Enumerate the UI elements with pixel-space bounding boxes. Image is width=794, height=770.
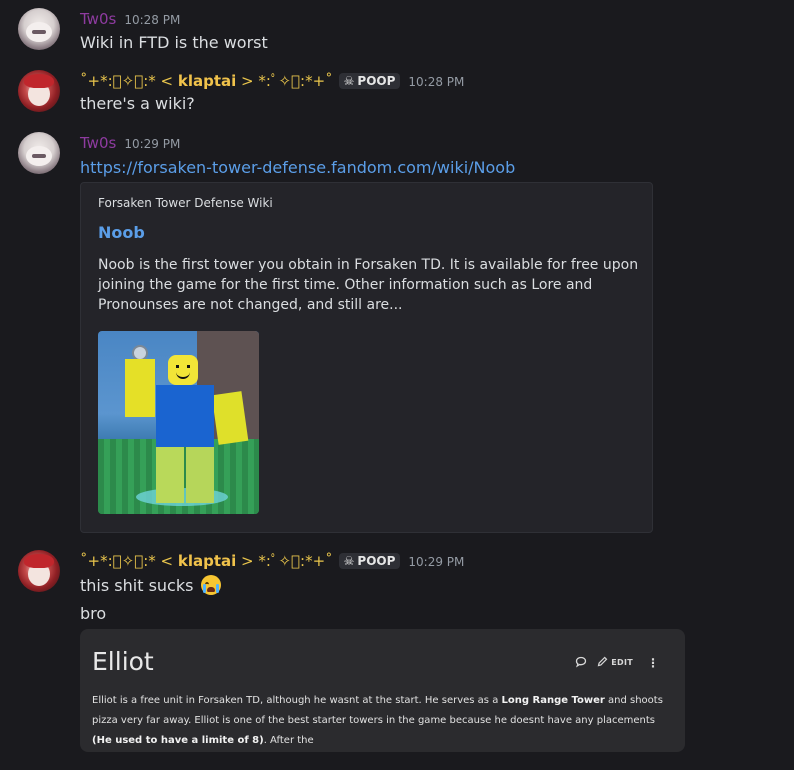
author-core-name: klaptai bbox=[177, 552, 237, 570]
embed-thumbnail-image[interactable] bbox=[98, 331, 259, 514]
author-suffix: > *:ﾟ✧ﾟ:*+˚ bbox=[236, 552, 333, 570]
edit-label: EDIT bbox=[611, 658, 633, 667]
card-toolbar: EDIT ⋮ bbox=[575, 653, 659, 672]
role-tag-label: POOP bbox=[357, 554, 396, 568]
author-prefix: ˚+*:ﾟ✧ﾟ:* < bbox=[80, 72, 178, 90]
more-options-icon: ⋮ bbox=[647, 655, 659, 670]
timestamp: 10:29 PM bbox=[408, 555, 465, 569]
link-embed: Forsaken Tower Defense Wiki Noob Noob is… bbox=[80, 182, 653, 533]
comment-icon bbox=[575, 653, 587, 672]
message-2: ˚+*:ﾟ✧ﾟ:* < klaptai > *:ﾟ✧ﾟ:*+˚ ☠ POOP 1… bbox=[0, 70, 794, 120]
author-prefix: ˚+*:ﾟ✧ﾟ:* < bbox=[80, 552, 178, 570]
author-name[interactable]: Tw0s bbox=[80, 134, 116, 152]
wiki-screenshot-image[interactable]: Elliot EDIT ⋮ Elliot is a free unit in F… bbox=[80, 629, 685, 752]
message-header: ˚+*:ﾟ✧ﾟ:* < klaptai > *:ﾟ✧ﾟ:*+˚ ☠ POOP 1… bbox=[80, 550, 464, 571]
message-text-content: this shit sucks bbox=[80, 576, 194, 595]
timestamp: 10:29 PM bbox=[124, 137, 181, 151]
role-tag[interactable]: ☠ POOP bbox=[338, 553, 401, 569]
embed-description: Noob is the first tower you obtain in Fo… bbox=[98, 257, 639, 313]
author-core-name: klaptai bbox=[177, 72, 237, 90]
author-name[interactable]: ˚+*:ﾟ✧ﾟ:* < klaptai > *:ﾟ✧ﾟ:*+˚ bbox=[80, 550, 333, 571]
timestamp: 10:28 PM bbox=[408, 75, 465, 89]
message-4: ˚+*:ﾟ✧ﾟ:* < klaptai > *:ﾟ✧ﾟ:*+˚ ☠ POOP 1… bbox=[0, 550, 794, 630]
author-name[interactable]: ˚+*:ﾟ✧ﾟ:* < klaptai > *:ﾟ✧ﾟ:*+˚ bbox=[80, 70, 333, 91]
message-text: bro bbox=[80, 604, 107, 623]
avatar[interactable] bbox=[18, 70, 60, 112]
message-header: Tw0s 10:28 PM bbox=[80, 10, 180, 28]
embed-provider[interactable]: Forsaken Tower Defense Wiki bbox=[98, 196, 273, 210]
skull-icon: ☠ bbox=[343, 74, 355, 88]
message-header: Tw0s 10:29 PM bbox=[80, 134, 180, 152]
loudly-crying-face-icon[interactable] bbox=[200, 575, 221, 595]
author-name[interactable]: Tw0s bbox=[80, 10, 116, 28]
role-tag-label: POOP bbox=[357, 74, 396, 88]
card-desc-part: . After the bbox=[263, 735, 314, 746]
avatar[interactable] bbox=[18, 8, 60, 50]
edit-control: EDIT bbox=[597, 656, 633, 669]
avatar[interactable] bbox=[18, 132, 60, 174]
pencil-icon bbox=[597, 656, 608, 669]
card-desc-part: Elliot is a free unit in Forsaken TD, al… bbox=[92, 695, 502, 706]
wiki-link[interactable]: https://forsaken-tower-defense.fandom.co… bbox=[80, 158, 515, 177]
author-suffix: > *:ﾟ✧ﾟ:*+˚ bbox=[236, 72, 333, 90]
card-desc-bold: (He used to have a limite of 8) bbox=[92, 735, 264, 746]
avatar[interactable] bbox=[18, 550, 60, 592]
message-text: there's a wiki? bbox=[80, 94, 195, 113]
message-text: Wiki in FTD is the worst bbox=[80, 33, 268, 52]
message-1: Tw0s 10:28 PM Wiki in FTD is the worst bbox=[0, 8, 794, 58]
embed-title[interactable]: Noob bbox=[98, 223, 145, 242]
message-header: ˚+*:ﾟ✧ﾟ:* < klaptai > *:ﾟ✧ﾟ:*+˚ ☠ POOP 1… bbox=[80, 70, 464, 91]
skull-icon: ☠ bbox=[343, 554, 355, 568]
card-title: Elliot bbox=[92, 647, 154, 676]
timestamp: 10:28 PM bbox=[124, 13, 181, 27]
role-tag[interactable]: ☠ POOP bbox=[338, 73, 401, 89]
message-text: this shit sucks bbox=[80, 575, 221, 595]
card-description: Elliot is a free unit in Forsaken TD, al… bbox=[92, 691, 677, 751]
card-desc-bold: Long Range Tower bbox=[501, 695, 605, 706]
